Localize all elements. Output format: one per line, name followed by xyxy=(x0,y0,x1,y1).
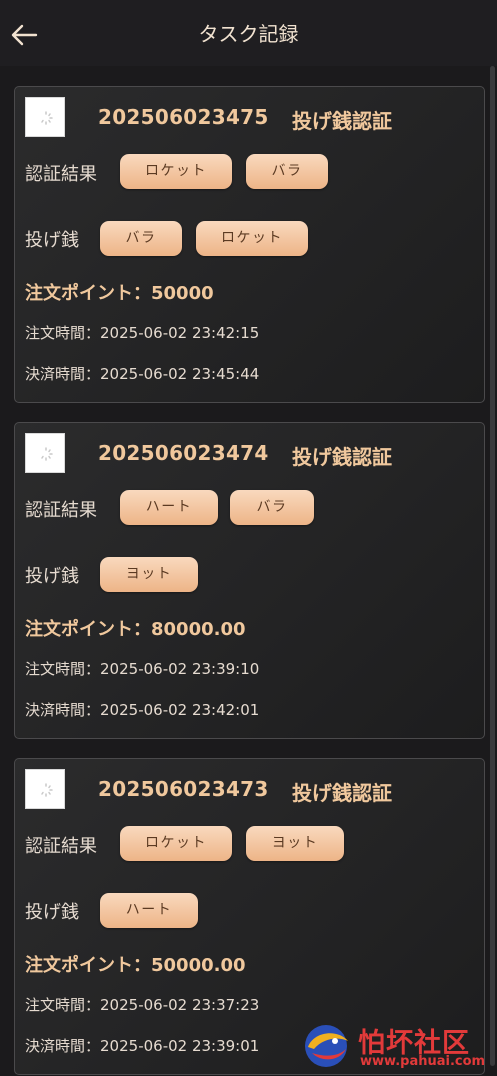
order-points: 注文ポイント：50000.00 xyxy=(25,951,246,977)
thrown-tag: ロケット xyxy=(196,221,308,256)
order-time-label: 注文時間： xyxy=(25,996,101,1014)
result-label: 認証結果 xyxy=(25,836,97,857)
result-tag: バラ xyxy=(230,490,314,525)
watermark-url: www.pahuai.com xyxy=(360,1054,486,1069)
settle-time: 決済時間：2025-06-02 23:45:44 xyxy=(25,363,259,384)
page-title: タスク記録 xyxy=(198,22,299,46)
order-time: 注文時間：2025-06-02 23:37:23 xyxy=(25,994,259,1015)
record-thumbnail xyxy=(25,433,65,473)
result-tag: ロケット xyxy=(120,826,232,861)
order-time-label: 注文時間： xyxy=(25,660,101,678)
result-tag: ハート xyxy=(120,490,218,525)
thrown-tag: バラ xyxy=(100,221,182,256)
result-label: 認証結果 xyxy=(25,164,97,185)
settle-time: 決済時間：2025-06-02 23:39:01 xyxy=(25,1035,259,1056)
order-number: 202506023473 xyxy=(98,777,269,801)
order-number: 202506023475 xyxy=(98,105,269,129)
result-label: 認証結果 xyxy=(25,500,97,521)
result-tag: バラ xyxy=(246,154,328,189)
order-time: 注文時間：2025-06-02 23:39:10 xyxy=(25,658,259,679)
thrown-label: 投げ銭 xyxy=(25,902,79,923)
settle-time: 決済時間：2025-06-02 23:42:01 xyxy=(25,699,259,720)
order-time-value: 2025-06-02 23:37:23 xyxy=(100,996,260,1014)
record-card: 202506023475 投げ銭認証 認証結果 ロケット バラ 投げ銭 バラ ロ… xyxy=(14,86,485,403)
points-label: 注文ポイント： xyxy=(25,955,151,976)
settle-time-label: 決済時間： xyxy=(25,365,101,383)
record-type: 投げ銭認証 xyxy=(292,781,392,805)
settle-time-label: 決済時間： xyxy=(25,701,101,719)
app-header: タスク記録 xyxy=(0,0,497,66)
result-tag: ロケット xyxy=(120,154,232,189)
points-value: 50000.00 xyxy=(151,955,246,976)
thrown-tag: ハート xyxy=(100,893,198,928)
settle-time-label: 決済時間： xyxy=(25,1037,101,1055)
settle-time-value: 2025-06-02 23:42:01 xyxy=(100,701,260,719)
record-type: 投げ銭認証 xyxy=(292,109,392,133)
record-list: 202506023475 投げ銭認証 認証結果 ロケット バラ 投げ銭 バラ ロ… xyxy=(14,86,485,1076)
order-points: 注文ポイント：80000.00 xyxy=(25,615,246,641)
order-time-value: 2025-06-02 23:39:10 xyxy=(100,660,260,678)
watermark-logo-icon xyxy=(305,1025,348,1067)
record-thumbnail xyxy=(25,97,65,137)
points-label: 注文ポイント： xyxy=(25,283,151,304)
points-value: 80000.00 xyxy=(151,619,246,640)
record-card: 202506023474 投げ銭認証 認証結果 ハート バラ 投げ銭 ヨット 注… xyxy=(14,422,485,739)
thrown-tag: ヨット xyxy=(100,557,198,592)
order-number: 202506023474 xyxy=(98,441,269,465)
scrollbar[interactable] xyxy=(490,66,495,1066)
order-time-label: 注文時間： xyxy=(25,324,101,342)
settle-time-value: 2025-06-02 23:39:01 xyxy=(100,1037,260,1055)
settle-time-value: 2025-06-02 23:45:44 xyxy=(100,365,260,383)
record-thumbnail xyxy=(25,769,65,809)
thrown-label: 投げ銭 xyxy=(25,230,79,251)
order-points: 注文ポイント：50000 xyxy=(25,279,214,305)
record-type: 投げ銭認証 xyxy=(292,445,392,469)
result-tag: ヨット xyxy=(246,826,344,861)
points-value: 50000 xyxy=(151,283,214,304)
watermark: 怕坏社区 www.pahuai.com xyxy=(300,1019,490,1074)
thrown-label: 投げ銭 xyxy=(25,566,79,587)
order-time-value: 2025-06-02 23:42:15 xyxy=(100,324,260,342)
order-time: 注文時間：2025-06-02 23:42:15 xyxy=(25,322,259,343)
points-label: 注文ポイント： xyxy=(25,619,151,640)
